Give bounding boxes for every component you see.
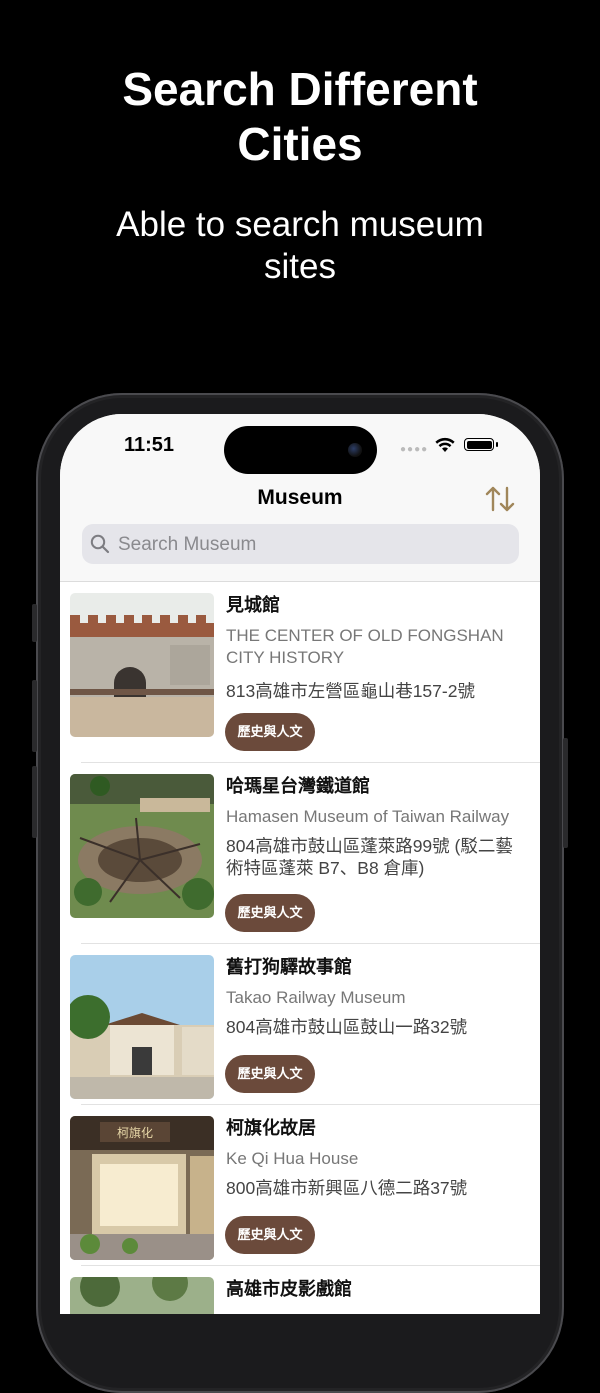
museum-address: 800高雄市新興區八德二路37號 — [226, 1178, 468, 1198]
page-title: Museum — [257, 486, 343, 509]
promo-subtitle-line1: Able to search museum — [116, 205, 484, 244]
battery-icon — [464, 438, 494, 451]
promo-title-line1: Search Different — [122, 63, 478, 115]
museum-thumbnail — [70, 774, 214, 918]
category-tag[interactable]: 歷史與人文 — [225, 713, 315, 751]
museum-name: 舊打狗驛故事館 — [226, 957, 352, 977]
english-line: THE CENTER OF OLD FONGSHAN — [226, 626, 504, 645]
search-input[interactable] — [116, 524, 510, 566]
volume-down-button — [32, 766, 37, 838]
mute-switch — [32, 604, 37, 642]
shop-sign: 柯旗化 — [117, 1125, 153, 1140]
dynamic-island — [224, 426, 377, 474]
museum-address: 804高雄市鼓山區蓬萊路99號 (駁二藝 術特區蓬萊 B7、B8 倉庫) — [226, 835, 532, 879]
category-tag[interactable]: 歷史與人文 — [225, 1216, 315, 1254]
battery-cap — [496, 442, 498, 447]
list-item[interactable]: 高雄市皮影戲館 — [60, 1266, 540, 1314]
category-tag[interactable]: 歷史與人文 — [225, 894, 315, 932]
promo-subtitle: Able to search museum sites — [0, 204, 600, 288]
museum-english-name: Ke Qi Hua House — [226, 1148, 532, 1170]
category-tag[interactable]: 歷史與人文 — [225, 1055, 315, 1093]
wifi-icon — [435, 437, 455, 452]
promo-subtitle-line2: sites — [264, 247, 336, 286]
english-line: Takao Railway Museum — [226, 988, 406, 1007]
search-bar[interactable] — [82, 524, 519, 566]
cellular-signal-icon: ●●●● — [400, 444, 429, 455]
museum-name: 哈瑪星台灣鐵道館 — [226, 776, 370, 796]
english-line: Ke Qi Hua House — [226, 1149, 359, 1168]
app-screen: 11:51 ●●●● Museum Search Museum 見城館 THE … — [60, 414, 540, 1314]
promo-title-line2: Cities — [237, 118, 363, 170]
museum-name: 柯旗化故居 — [226, 1118, 316, 1138]
museum-english-name: THE CENTER OF OLD FONGSHAN CITY HISTORY — [226, 625, 532, 669]
list-item[interactable]: 舊打狗驛故事館 Takao Railway Museum 804高雄市鼓山區鼓山… — [60, 944, 540, 1105]
english-line: CITY HISTORY — [226, 648, 345, 667]
camera-icon — [348, 443, 362, 457]
museum-thumbnail — [70, 593, 214, 737]
address-line: 術特區蓬萊 B7、B8 倉庫) — [226, 858, 425, 878]
english-line: Hamasen Museum of Taiwan Railway — [226, 807, 510, 826]
museum-name: 高雄市皮影戲館 — [226, 1279, 352, 1299]
header: 11:51 ●●●● Museum — [60, 414, 540, 581]
sort-arrows-icon[interactable] — [484, 484, 516, 514]
list-item[interactable]: 見城館 THE CENTER OF OLD FONGSHAN CITY HIST… — [60, 582, 540, 763]
museum-english-name: Takao Railway Museum — [226, 987, 532, 1009]
museum-name: 見城館 — [226, 595, 280, 615]
list-item[interactable]: 柯旗化 柯旗化故居 Ke Qi Hua House 800高雄市新興區八德二路3… — [60, 1105, 540, 1266]
museum-address: 804高雄市鼓山區鼓山一路32號 — [226, 1017, 468, 1037]
museum-thumbnail — [70, 1277, 214, 1314]
museum-address: 813高雄市左營區龜山巷157-2號 — [226, 681, 475, 701]
museum-thumbnail: 柯旗化 — [70, 1116, 214, 1260]
power-button — [563, 738, 568, 848]
museum-thumbnail — [70, 955, 214, 1099]
promo-title: Search Different Cities — [0, 62, 600, 172]
museum-list: 見城館 THE CENTER OF OLD FONGSHAN CITY HIST… — [60, 582, 540, 1314]
status-time: 11:51 — [124, 434, 175, 456]
list-item[interactable]: 哈瑪星台灣鐵道館 Hamasen Museum of Taiwan Railwa… — [60, 763, 540, 944]
museum-english-name: Hamasen Museum of Taiwan Railway — [226, 806, 532, 828]
volume-up-button — [32, 680, 37, 752]
search-icon — [90, 534, 110, 554]
address-line: 804高雄市鼓山區蓬萊路99號 (駁二藝 — [226, 836, 513, 856]
